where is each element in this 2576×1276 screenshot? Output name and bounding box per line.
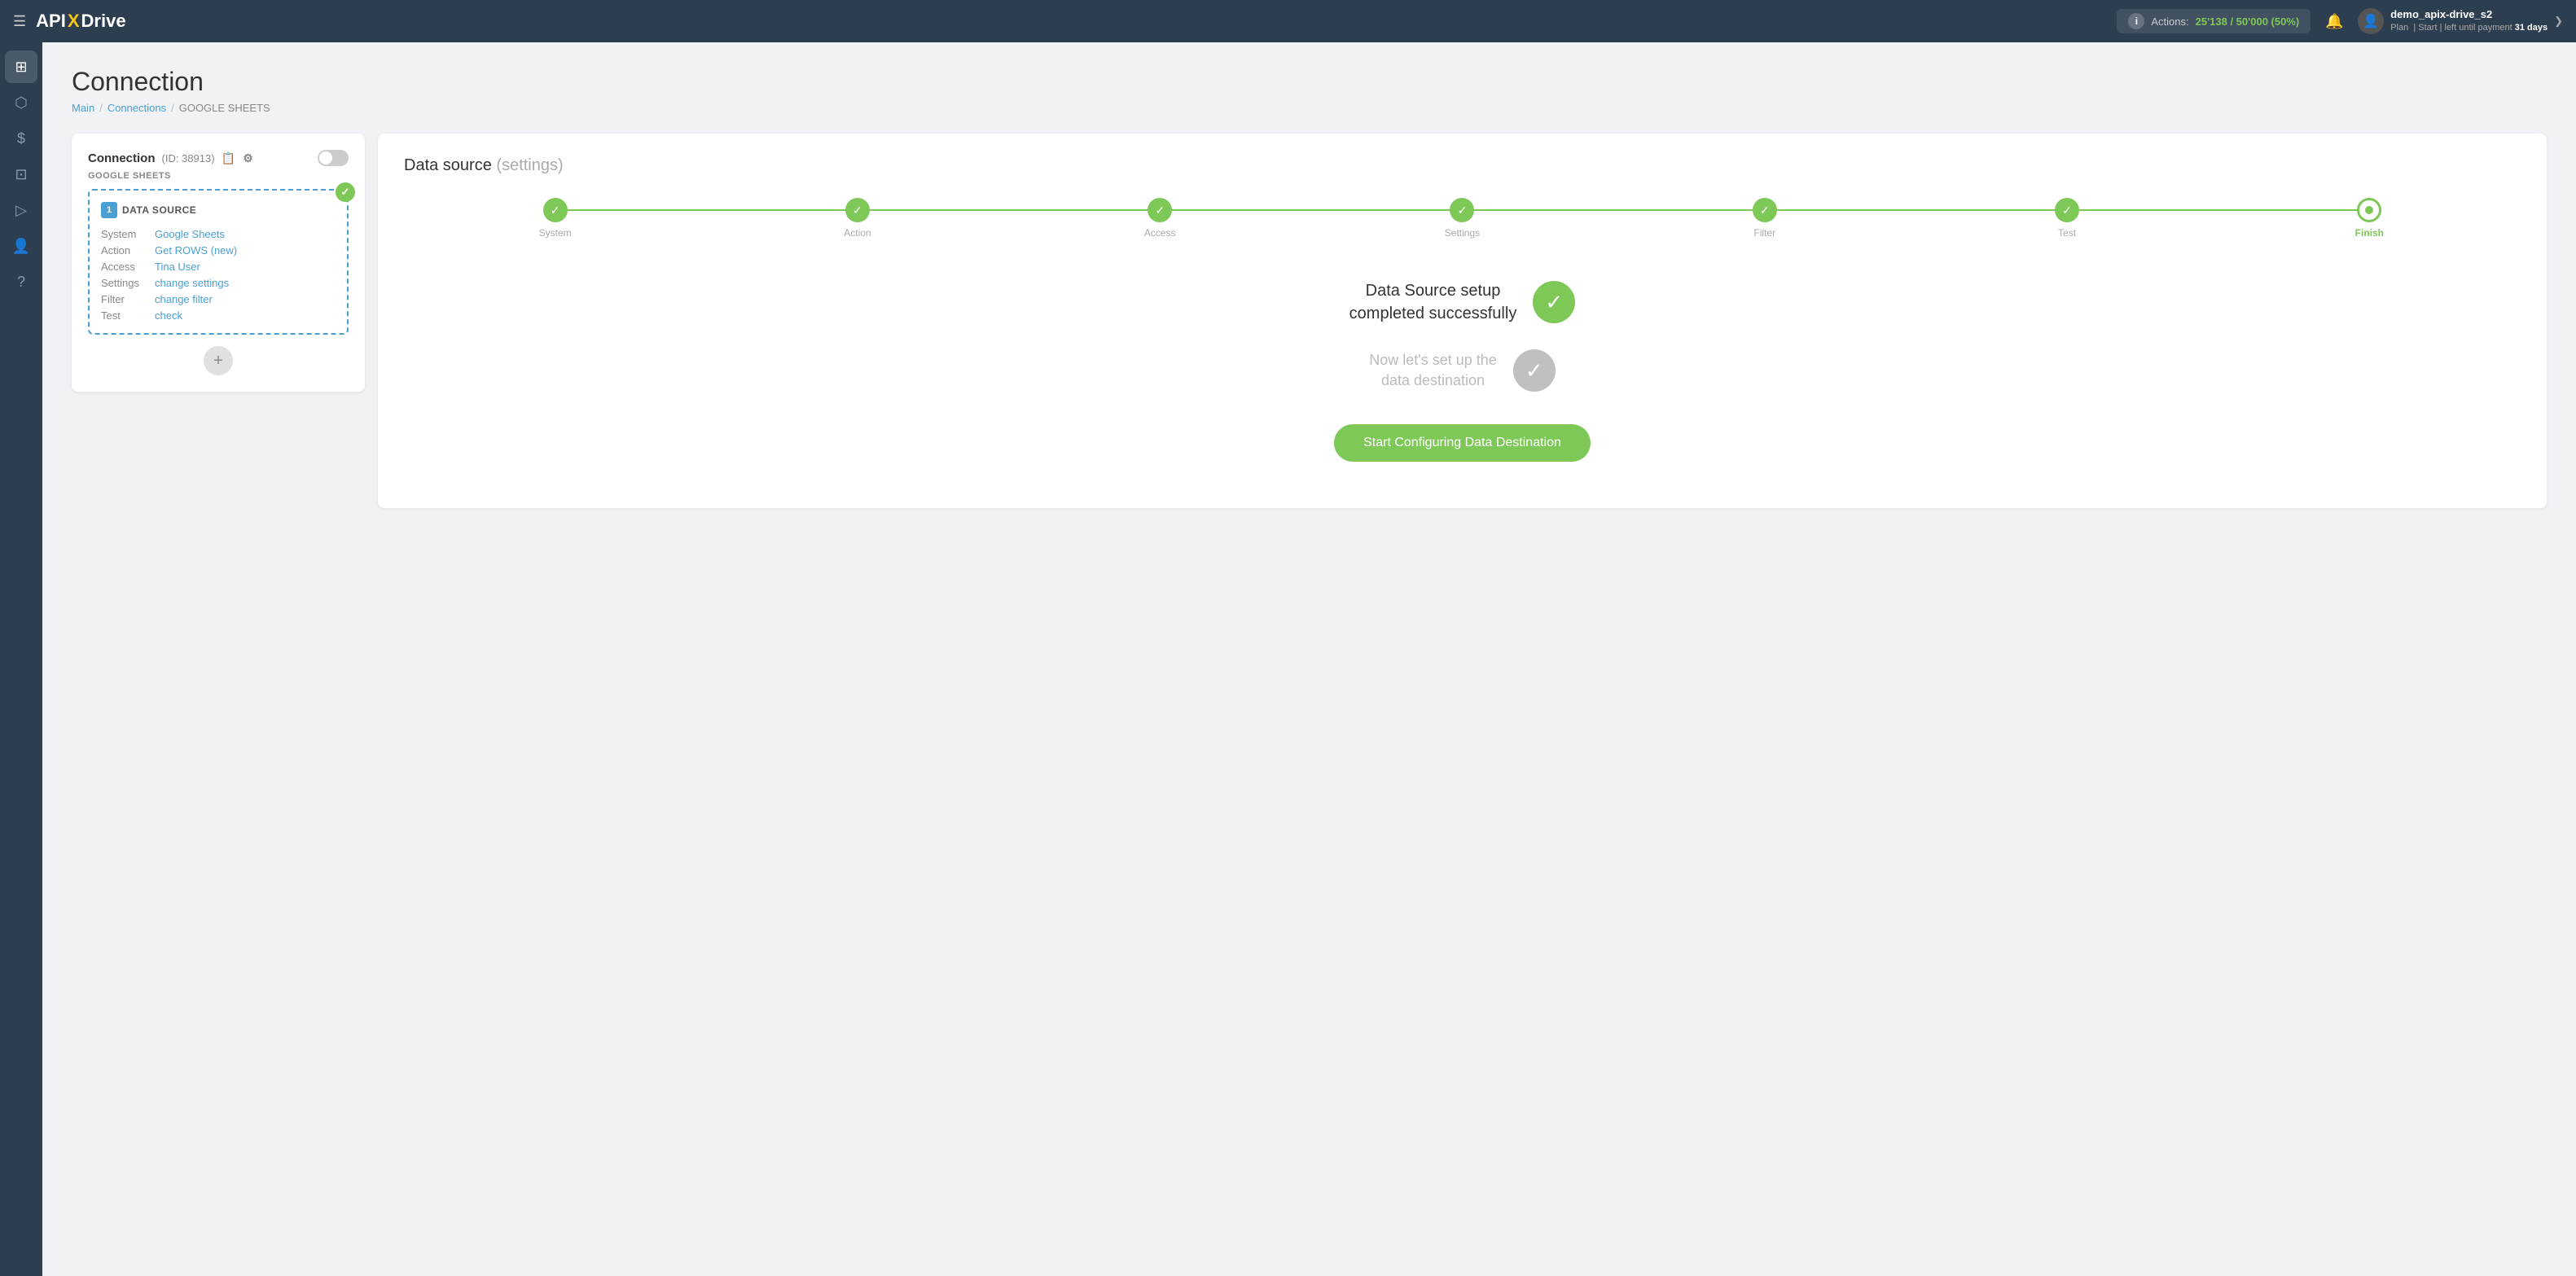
user-info: demo_apix-drive_s2 Plan | Start | left u…	[2390, 8, 2547, 33]
sidebar: ⊞ ⬡ $ ⊡ ▷ 👤 ?	[0, 42, 42, 1276]
card-type: DATA SOURCE	[122, 204, 196, 216]
step-label-settings: Settings	[1445, 227, 1480, 239]
breadcrumb-sep2: /	[171, 102, 174, 114]
step-circle-action: ✓	[845, 198, 870, 222]
step-circle-test: ✓	[2055, 198, 2079, 222]
step-label-action: Action	[844, 227, 871, 239]
success-row-main: Data Source setupcompleted successfully …	[1349, 279, 1576, 325]
logo-x: X	[68, 11, 80, 32]
menu-icon[interactable]: ☰	[13, 13, 26, 30]
card-badge: ✓	[336, 182, 355, 202]
sidebar-item-billing[interactable]: $	[5, 122, 37, 155]
actions-count: 25'138 / 50'000 (50%)	[2196, 15, 2300, 28]
step-circle-finish	[2357, 198, 2381, 222]
start-configuring-button[interactable]: Start Configuring Data Destination	[1334, 424, 1591, 462]
step-settings: ✓ Settings	[1311, 198, 1613, 239]
check-icon-gray: ✓	[1513, 349, 1556, 392]
sidebar-item-tools[interactable]: ⊡	[5, 158, 37, 191]
sidebar-item-watch[interactable]: ▷	[5, 194, 37, 226]
sidebar-item-connections[interactable]: ⬡	[5, 86, 37, 119]
actions-box: i Actions: 25'138 / 50'000 (50%)	[2117, 9, 2311, 33]
card-num: 1	[101, 202, 117, 218]
step-filter: ✓ Filter	[1613, 198, 1916, 239]
left-panel-header: Connection (ID: 38913) 📋 ⚙	[88, 150, 349, 166]
title-icons: 📋 ⚙	[222, 151, 256, 165]
username: demo_apix-drive_s2	[2390, 8, 2547, 22]
bell-icon[interactable]: 🔔	[2320, 7, 2348, 35]
sidebar-item-profile[interactable]: 👤	[5, 230, 37, 262]
step-circle-settings: ✓	[1450, 198, 1474, 222]
datasource-card: ✓ 1 DATA SOURCE System Google Sheets Act…	[88, 189, 349, 335]
user-menu[interactable]: 👤 demo_apix-drive_s2 Plan | Start | left…	[2358, 8, 2563, 34]
step-access: ✓ Access	[1009, 198, 1311, 239]
right-panel-title: Data source (settings)	[404, 156, 2521, 175]
check-icon-green: ✓	[1533, 281, 1575, 323]
layout: ⊞ ⬡ $ ⊡ ▷ 👤 ? Connection Main / Connecti…	[0, 42, 2576, 1276]
step-finish: Finish	[2218, 198, 2521, 239]
step-system: ✓ System	[404, 198, 706, 239]
step-circle-filter: ✓	[1753, 198, 1777, 222]
logo: APIXDrive	[36, 11, 2107, 32]
step-label-finish: Finish	[2355, 227, 2384, 239]
actions-label: Actions:	[2151, 15, 2188, 28]
step-label-access: Access	[1144, 227, 1176, 239]
avatar: 👤	[2358, 8, 2384, 34]
step-test: ✓ Test	[1916, 198, 2218, 239]
breadcrumb-sep1: /	[99, 102, 103, 114]
logo-api: API	[36, 11, 66, 32]
card-header-row: 1 DATA SOURCE	[101, 202, 336, 218]
step-circle-access: ✓	[1148, 198, 1172, 222]
step-action: ✓ Action	[706, 198, 1008, 239]
success-text-main: Data Source setupcompleted successfully	[1349, 279, 1517, 325]
topnav: ☰ APIXDrive i Actions: 25'138 / 50'000 (…	[0, 0, 2576, 42]
step-circle-system: ✓	[543, 198, 568, 222]
table-row: Test check	[101, 309, 336, 322]
copy-icon[interactable]: 📋	[222, 151, 236, 165]
card-rows: System Google Sheets Action Get ROWS (ne…	[101, 228, 336, 322]
logo-drive: Drive	[81, 11, 126, 32]
success-text-sub: Now let's set up thedata destination	[1369, 350, 1497, 391]
left-panel-title: Connection (ID: 38913) 📋 ⚙	[88, 151, 256, 165]
sidebar-item-help[interactable]: ?	[5, 265, 37, 298]
chevron-icon: ❯	[2554, 15, 2563, 28]
table-row: Action Get ROWS (new)	[101, 244, 336, 257]
breadcrumb-current: GOOGLE SHEETS	[179, 102, 270, 114]
info-icon: i	[2128, 13, 2144, 29]
add-button[interactable]: +	[204, 346, 233, 375]
page-title: Connection	[72, 67, 2547, 97]
right-panel: Data source (settings) ✓ System ✓ Action…	[378, 134, 2547, 508]
breadcrumb-main[interactable]: Main	[72, 102, 94, 114]
settings-icon[interactable]: ⚙	[241, 151, 256, 165]
left-panel: Connection (ID: 38913) 📋 ⚙ GOOGLE SHEETS…	[72, 134, 365, 392]
steps-row: ✓ System ✓ Action ✓ Access ✓ Settings	[404, 198, 2521, 239]
main-content: Connection Main / Connections / GOOGLE S…	[42, 42, 2576, 1276]
table-row: System Google Sheets	[101, 228, 336, 240]
breadcrumb-connections[interactable]: Connections	[108, 102, 166, 114]
table-row: Filter change filter	[101, 293, 336, 305]
breadcrumb: Main / Connections / GOOGLE SHEETS	[72, 102, 2547, 114]
success-row-next: Now let's set up thedata destination ✓	[1369, 349, 1556, 392]
source-label: GOOGLE SHEETS	[88, 171, 349, 181]
step-label-test: Test	[2058, 227, 2076, 239]
step-label-filter: Filter	[1753, 227, 1775, 239]
table-row: Access Tina User	[101, 261, 336, 273]
step-label-system: System	[539, 227, 572, 239]
toggle-switch[interactable]	[318, 150, 349, 166]
sidebar-item-home[interactable]: ⊞	[5, 50, 37, 83]
table-row: Settings change settings	[101, 277, 336, 289]
plan-info: Plan | Start | left until payment 31 day…	[2390, 22, 2547, 33]
success-section: Data Source setupcompleted successfully …	[404, 279, 2521, 462]
panels-row: Connection (ID: 38913) 📋 ⚙ GOOGLE SHEETS…	[72, 134, 2547, 508]
